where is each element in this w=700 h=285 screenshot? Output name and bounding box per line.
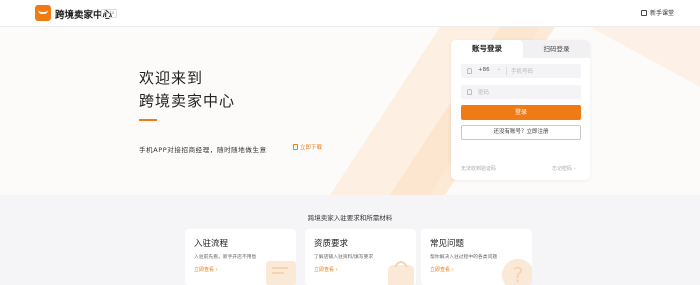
phone-icon — [293, 144, 298, 150]
chevron-down-icon[interactable]: ⌄ — [497, 66, 501, 72]
info-card-desc: 帮你解决入驻过程中的各类问题 — [430, 255, 498, 260]
country-code-select[interactable]: +86 — [478, 67, 490, 73]
top-header: 跨境卖家中心 Beta 新手课堂 — [0, 0, 700, 27]
password-placeholder: 密码 — [478, 90, 490, 96]
tab-qr-login[interactable]: 扫码登录 — [523, 40, 590, 58]
login-card: 账号登录 扫码登录 +86 ⌄ 手机号码 密码 登录 还没有账号？立即注册 无法… — [451, 40, 590, 180]
help-label: 新手课堂 — [650, 10, 675, 17]
svg-text:?: ? — [513, 263, 524, 285]
info-card-link-label: 立即查看 — [194, 267, 215, 273]
info-card-faq[interactable]: 常见问题 帮你解决入驻过程中的各类问题 立即查看 › ? — [421, 229, 532, 285]
info-card-link-label: 立即查看 — [430, 267, 451, 273]
password-field[interactable]: 密码 — [461, 85, 581, 99]
info-card-desc: 入驻前先看，新手开店不用愁 — [194, 255, 257, 260]
forgot-password-label: 忘记密码 — [552, 166, 573, 172]
lock-icon — [467, 89, 472, 95]
info-card-link-label: 立即查看 — [314, 267, 335, 273]
hero-banner: 欢迎来到 跨境卖家中心 手机APP对接招商经理，随时随地做生意 立即下载 — [0, 27, 700, 195]
book-icon — [641, 10, 647, 16]
register-button[interactable]: 还没有账号？立即注册 — [461, 125, 581, 140]
info-card-link[interactable]: 立即查看 › — [314, 266, 338, 273]
accent-divider — [139, 119, 157, 121]
shopping-bag-icon — [388, 261, 414, 285]
info-card-requirements[interactable]: 资质要求 了解店铺入驻资料/填写要求 立即查看 › — [305, 229, 416, 285]
logo-icon[interactable] — [35, 5, 51, 21]
chevron-right-icon: › — [573, 166, 576, 172]
field-divider — [506, 67, 507, 75]
info-card-link[interactable]: 立即查看 › — [430, 266, 454, 273]
phone-field[interactable]: +86 ⌄ 手机号码 — [461, 64, 581, 78]
beta-badge: Beta — [101, 9, 118, 18]
download-app-link[interactable]: 立即下载 — [293, 143, 322, 151]
download-label: 立即下载 — [300, 145, 323, 151]
section-title: 跨境卖家入驻要求和所需材料 — [307, 214, 393, 222]
user-icon — [467, 68, 472, 74]
phone-placeholder: 手机号码 — [511, 69, 534, 75]
question-mark-icon: ? — [502, 259, 532, 285]
help-link[interactable]: 新手课堂 — [641, 8, 674, 17]
no-code-link[interactable]: 无法收到验证码 — [461, 165, 496, 172]
hero-tagline: 手机APP对接招商经理，随时随地做生意 — [139, 146, 267, 154]
info-card-title: 常见问题 — [430, 239, 465, 249]
login-button[interactable]: 登录 — [461, 105, 581, 120]
info-card-desc: 了解店铺入驻资料/填写要求 — [314, 255, 374, 260]
tab-account-login[interactable]: 账号登录 — [451, 40, 523, 58]
login-tabs: 账号登录 扫码登录 — [451, 40, 590, 58]
info-card-link[interactable]: 立即查看 › — [194, 266, 218, 273]
document-icon — [266, 261, 296, 285]
info-card-title: 资质要求 — [314, 239, 349, 249]
hero-title-line2: 跨境卖家中心 — [139, 92, 236, 110]
forgot-password-link[interactable]: 忘记密码 › — [552, 165, 576, 172]
hero-title-line1: 欢迎来到 — [139, 69, 204, 87]
info-card-process[interactable]: 入驻流程 入驻前先看，新手开店不用愁 立即查看 › — [185, 229, 296, 285]
info-card-title: 入驻流程 — [194, 239, 229, 249]
